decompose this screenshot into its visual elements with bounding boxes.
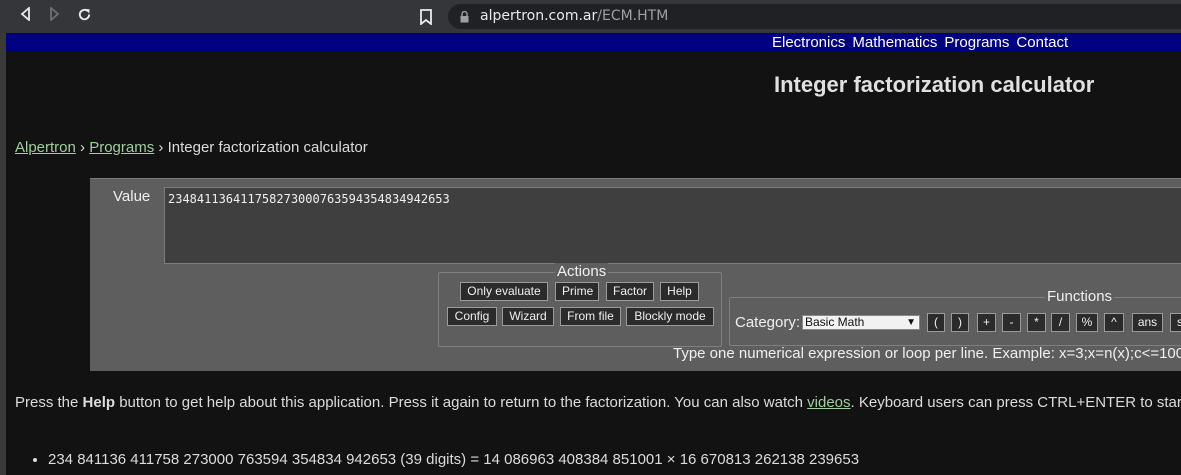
from-file-button[interactable]: From file [560,307,621,326]
functions-group: Functions Category: Basic Math ▼ ( ) + -… [729,288,1181,346]
modulo-button[interactable]: % [1076,313,1098,332]
factorization-result: 234 841136 411758 273000 763594 354834 9… [48,451,859,468]
breadcrumb-separator: › [158,139,164,156]
config-button[interactable]: Config [447,307,497,326]
nav-link-mathematics[interactable]: Mathematics [852,34,937,51]
address-bar[interactable]: alpertron.com.ar/ECM.HTM [448,4,1181,29]
functions-legend: Functions [1045,288,1115,305]
url-path: /ECM.HTM [597,8,669,24]
open-paren-button[interactable]: ( [927,313,945,332]
nav-link-contact[interactable]: Contact [1016,34,1068,51]
lock-icon [460,10,469,23]
help-text-post: . Keyboard users can press CTRL+ENTER to… [850,394,1181,411]
page-title: Integer factorization calculator [774,72,1095,97]
actions-group: Actions Only evaluate Prime Factor Help … [438,263,722,347]
nav-link-programs[interactable]: Programs [944,34,1009,51]
ans-button[interactable]: ans [1132,313,1163,332]
help-button[interactable]: Help [660,282,699,301]
factor-button[interactable]: Factor [606,282,654,301]
breadcrumb-separator: › [80,139,86,156]
minus-button[interactable]: - [1002,313,1021,332]
divide-button[interactable]: / [1051,313,1070,332]
breadcrumb-current: Integer factorization calculator [167,139,368,156]
blockly-mode-button[interactable]: Blockly mode [626,307,714,326]
bookmark-icon[interactable] [420,6,438,26]
category-select[interactable]: Basic Math ▼ [802,315,920,330]
plus-button[interactable]: + [977,313,996,332]
help-text-pre: Press the [15,394,83,411]
result-list: 234 841136 411758 273000 763594 354834 9… [32,451,859,468]
actions-legend: Actions [555,263,609,280]
breadcrumb-home-link[interactable]: Alpertron [15,139,76,156]
category-label: Category: [735,314,801,331]
chevron-down-icon: ▼ [906,317,916,328]
category-selected-value: Basic Math [805,315,865,329]
help-text-bold: Help [82,394,116,411]
breadcrumb-programs-link[interactable]: Programs [89,139,154,156]
close-paren-button[interactable]: ) [951,313,969,332]
value-label: Value [113,188,151,205]
forward-icon[interactable] [44,6,64,27]
nav-link-electronics[interactable]: Electronics [772,34,845,51]
browser-toolbar: alpertron.com.ar/ECM.HTM [0,0,1181,33]
input-hint: Type one numerical expression or loop pe… [673,345,1181,362]
url-text: alpertron.com.ar/ECM.HTM [480,8,668,24]
url-host: alpertron.com.ar [480,8,598,24]
breadcrumb: Alpertron › Programs › Integer factoriza… [15,139,368,156]
site-nav-bar: Electronics Mathematics Programs Contact [6,33,1181,52]
multiply-button[interactable]: * [1027,313,1046,332]
wizard-button[interactable]: Wizard [502,307,554,326]
window-edge [0,33,6,475]
value-input[interactable]: 234841136411758273000763594354834942653 [164,187,1181,264]
calculator-panel: Value 2348411364117582730007635943548349… [90,178,1181,371]
help-paragraph: Press the Help button to get help about … [15,394,1181,411]
reload-icon[interactable] [74,7,94,27]
power-button[interactable]: ^ [1104,313,1124,332]
videos-link[interactable]: videos [807,394,850,411]
back-icon[interactable] [16,6,36,27]
prime-button[interactable]: Prime [555,282,599,301]
help-text-mid: button to get help about this applicatio… [115,394,808,411]
function-button-s[interactable]: s [1170,313,1181,332]
only-evaluate-button[interactable]: Only evaluate [460,282,548,301]
